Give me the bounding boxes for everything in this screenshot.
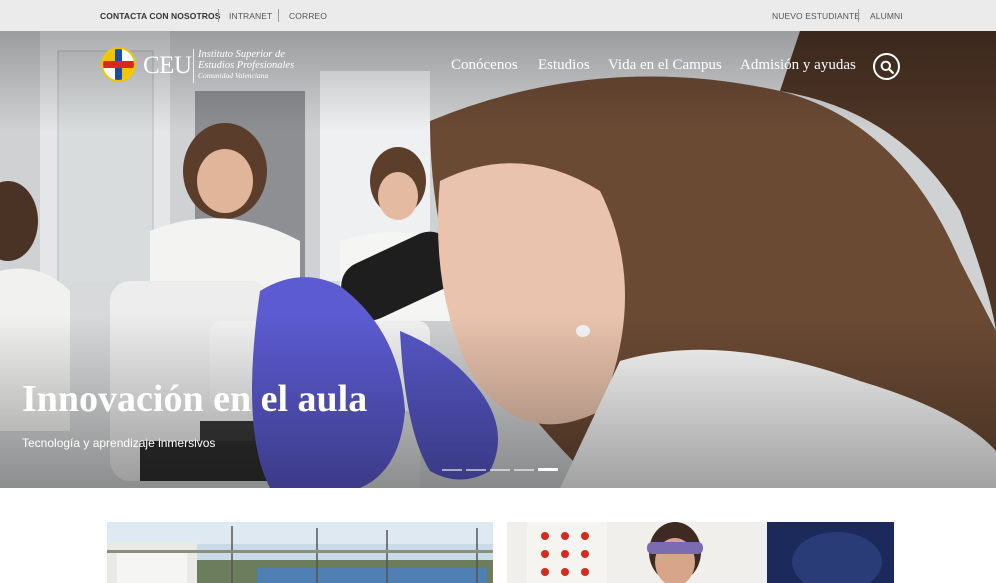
feature-card-campus[interactable] [107,522,493,583]
logo-line-3: Comunidad Valenciana [198,71,269,80]
correo-link[interactable]: CORREO [289,0,327,31]
campus-photo [107,522,493,583]
contact-link[interactable]: CONTACTA CON NOSOTROS [100,0,220,31]
hero-slider: CEU Instituto Superior de Estudios Profe… [0,31,996,488]
hero-title: Innovación en el aula [22,378,368,420]
divider [858,9,859,22]
logo-wordmark: CEU [143,52,192,79]
utility-bar: CONTACTA CON NOSOTROS INTRANET CORREO NU… [0,0,996,31]
slide-indicator[interactable] [442,469,462,471]
slide-indicator-active[interactable] [538,468,558,471]
slide-indicator[interactable] [490,469,510,471]
ceu-emblem-icon [101,47,136,82]
divider [278,9,279,22]
feature-card-event[interactable] [507,522,894,583]
slide-indicator[interactable] [466,469,486,471]
ceu-logo[interactable]: CEU Instituto Superior de Estudios Profe… [101,47,301,85]
nav-estudios[interactable]: Estudios [538,57,590,74]
alumni-link[interactable]: ALUMNI [870,0,903,31]
logo-divider [193,49,194,83]
nav-conocenos[interactable]: Conócenos [451,57,518,74]
logo-line-1: Instituto Superior de [198,49,285,60]
search-button[interactable] [873,53,900,80]
search-icon [880,60,894,74]
hero-subtitle: Tecnología y aprendizaje inmersivos [22,436,216,450]
nav-admision[interactable]: Admisión y ayudas [740,57,856,74]
logo-institution-text: Instituto Superior de Estudios Profesion… [198,49,294,80]
intranet-link[interactable]: INTRANET [229,0,272,31]
logo-line-2: Estudios Profesionales [198,60,295,71]
slide-indicator[interactable] [514,469,534,471]
divider [218,9,219,22]
event-photo [507,522,894,583]
new-student-link[interactable]: NUEVO ESTUDIANTE [772,0,860,31]
nav-vida-campus[interactable]: Vida en el Campus [608,57,722,74]
